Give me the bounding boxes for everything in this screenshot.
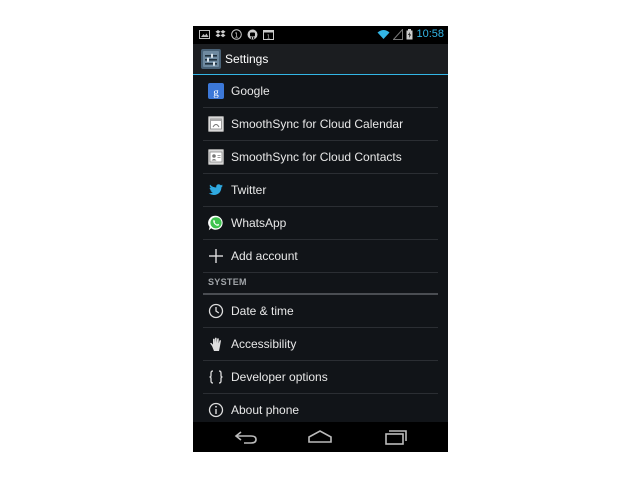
android-icon bbox=[247, 29, 258, 40]
phone-screen: 1 1 10:58 Settings g Google SmoothSync f… bbox=[193, 26, 448, 452]
recents-icon[interactable] bbox=[383, 428, 409, 446]
list-item-label: SmoothSync for Cloud Calendar bbox=[231, 117, 404, 131]
system-status-icons: 10:58 bbox=[377, 28, 444, 40]
back-icon[interactable] bbox=[233, 428, 259, 446]
battery-icon bbox=[406, 28, 413, 39]
plus-icon bbox=[209, 249, 223, 263]
svg-text:1: 1 bbox=[234, 31, 238, 39]
dropbox-icon bbox=[215, 30, 226, 38]
account-twitter[interactable]: Twitter bbox=[203, 174, 438, 207]
svg-text:g: g bbox=[213, 87, 219, 99]
list-item-label: Accessibility bbox=[231, 337, 297, 351]
hand-icon bbox=[210, 337, 221, 351]
settings-item-date-time[interactable]: Date & time bbox=[203, 295, 438, 328]
calendar-notification-icon: 1 bbox=[263, 30, 274, 40]
notification-icons: 1 1 bbox=[199, 29, 274, 40]
action-bar: Settings bbox=[193, 44, 448, 75]
section-header-label: SYSTEM bbox=[208, 277, 247, 287]
braces-icon bbox=[209, 370, 223, 384]
wifi-icon bbox=[377, 29, 390, 39]
list-item-label: Google bbox=[231, 84, 270, 98]
contacts-icon bbox=[208, 149, 224, 165]
account-smoothsync-calendar[interactable]: SmoothSync for Cloud Calendar bbox=[203, 108, 438, 141]
list-item-label: SmoothSync for Cloud Contacts bbox=[231, 150, 402, 164]
one-badge-icon: 1 bbox=[231, 29, 242, 40]
whatsapp-icon bbox=[208, 215, 223, 231]
settings-item-developer-options[interactable]: Developer options bbox=[203, 361, 438, 394]
list-item-label: WhatsApp bbox=[231, 216, 287, 230]
google-icon: g bbox=[208, 83, 224, 99]
navigation-bar bbox=[193, 422, 448, 452]
settings-app-icon[interactable] bbox=[201, 49, 221, 69]
calendar-icon bbox=[208, 116, 224, 132]
account-smoothsync-contacts[interactable]: SmoothSync for Cloud Contacts bbox=[203, 141, 438, 174]
home-icon[interactable] bbox=[307, 428, 333, 446]
add-account-button[interactable]: Add account bbox=[203, 240, 438, 273]
clock-icon bbox=[208, 303, 224, 319]
page-title: Settings bbox=[225, 52, 269, 66]
signal-icon bbox=[393, 28, 404, 40]
svg-text:1: 1 bbox=[267, 34, 270, 40]
list-item-label: Date & time bbox=[231, 304, 294, 318]
list-item-label: Twitter bbox=[231, 183, 267, 197]
list-item-label: Developer options bbox=[231, 370, 328, 384]
info-icon bbox=[208, 402, 224, 418]
section-header-system: SYSTEM bbox=[203, 273, 438, 295]
list-item-label: About phone bbox=[231, 403, 300, 417]
twitter-icon bbox=[208, 184, 223, 195]
list-item-label: Add account bbox=[231, 249, 298, 263]
account-whatsapp[interactable]: WhatsApp bbox=[203, 207, 438, 240]
settings-item-accessibility[interactable]: Accessibility bbox=[203, 328, 438, 361]
gallery-notification-icon bbox=[199, 30, 210, 39]
account-google[interactable]: g Google bbox=[203, 75, 438, 108]
status-clock: 10:58 bbox=[416, 28, 444, 40]
status-bar: 1 1 10:58 bbox=[193, 26, 448, 44]
settings-list: g Google SmoothSync for Cloud Calendar S… bbox=[193, 75, 448, 427]
